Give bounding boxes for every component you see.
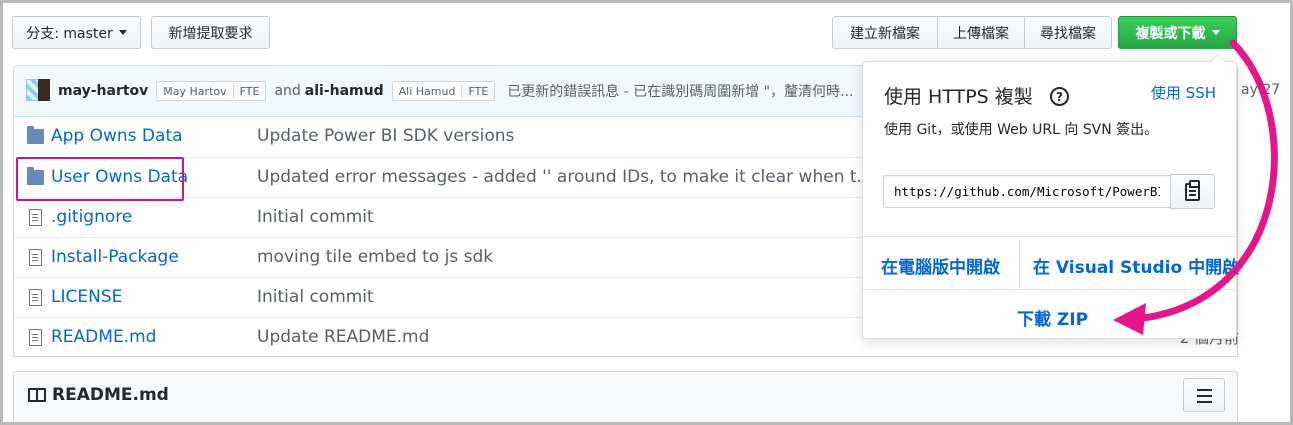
create-new-file-button[interactable]: 建立新檔案 (832, 16, 938, 49)
avatar-image-second (38, 79, 50, 101)
new-pull-request-label: 新增提取要求 (168, 25, 253, 42)
new-pull-request-button[interactable]: 新增提取要求 (151, 16, 270, 49)
author-badge-tag: FTE (232, 84, 266, 98)
coauthor-badge-name: Ali Hamud (398, 84, 456, 98)
readme-title: README.md (52, 385, 169, 405)
chevron-down-icon (118, 30, 127, 35)
create-new-file-label: 建立新檔案 (850, 25, 920, 42)
file-name-link[interactable]: .gitignore (51, 207, 132, 227)
hamburger-icon-line (1197, 395, 1212, 397)
download-zip-button[interactable]: 下載 ZIP (1017, 305, 1088, 330)
author-joiner: and (274, 83, 301, 99)
readme-header: README.md (13, 371, 1238, 422)
divider (1019, 237, 1020, 289)
clone-dropdown-title: 使用 HTTPS 複製 (884, 86, 1033, 108)
clone-dropdown: 使用 HTTPS 複製 ? 使用 SSH 使用 Git，或使用 Web URL … (862, 54, 1239, 339)
commit-coauthor-link[interactable]: ali-hamud (305, 83, 384, 99)
branch-select-button[interactable]: 分支: master (12, 16, 141, 49)
find-file-label: 尋找檔案 (1040, 25, 1096, 42)
file-name-link[interactable]: Install-Package (51, 247, 179, 267)
open-in-desktop-button[interactable]: 在電腦版中開啟 (881, 253, 1000, 278)
file-icon (29, 329, 42, 346)
coauthor-badge-tag: FTE (461, 84, 495, 98)
find-file-button[interactable]: 尋找檔案 (1024, 16, 1112, 49)
folder-icon (27, 126, 44, 144)
author-badge-name: May Hartov (163, 84, 227, 98)
commit-age: ay 27 (1241, 82, 1281, 98)
table-of-contents-button[interactable] (1183, 378, 1225, 412)
copy-url-button[interactable] (1170, 174, 1215, 209)
file-commit-message[interactable]: Initial commit (257, 207, 374, 227)
clone-url-input[interactable] (883, 175, 1171, 208)
commit-author-link[interactable]: may-hartov (58, 83, 148, 99)
divider (863, 289, 1236, 290)
upload-files-label: 上傳檔案 (953, 25, 1009, 42)
open-in-visual-studio-button[interactable]: 在 Visual Studio 中開啟 (1033, 253, 1239, 278)
book-icon (28, 388, 46, 402)
clone-or-download-button[interactable]: 複製或下載 (1118, 16, 1237, 49)
file-commit-message[interactable]: Update README.md (257, 327, 429, 347)
hamburger-icon (1197, 389, 1212, 391)
hamburger-icon-line (1197, 401, 1212, 403)
clone-or-download-label: 複製或下載 (1135, 25, 1206, 42)
file-icon (29, 289, 42, 306)
chevron-down-icon (1211, 30, 1220, 35)
file-name-link[interactable]: LICENSE (51, 287, 122, 307)
upload-files-button[interactable]: 上傳檔案 (937, 16, 1025, 49)
file-icon (29, 249, 42, 266)
branch-label: 分支: master (26, 25, 113, 42)
clipboard-icon (1185, 180, 1200, 201)
avatar[interactable] (26, 79, 50, 103)
file-commit-message[interactable]: Updated error messages - added '' around… (257, 167, 885, 187)
file-commit-message[interactable]: Update Power BI SDK versions (257, 126, 514, 146)
question-circle-icon[interactable]: ? (1050, 87, 1069, 106)
screenshot-frame: 分支: master 新增提取要求 建立新檔案 上傳檔案 尋找檔案 複製或下載 … (0, 0, 1293, 425)
author-badge: May Hartov FTE (156, 81, 267, 101)
commit-message-link[interactable]: 已更新的錯誤訊息 - 已在識別碼周圍新增 "，釐清何時... (507, 81, 853, 101)
file-name-link[interactable]: App Owns Data (51, 126, 183, 146)
user-owns-data-highlight-box (16, 157, 184, 201)
clone-dropdown-subtitle: 使用 Git，或使用 Web URL 向 SVN 簽出。 (884, 122, 1159, 138)
file-icon (29, 209, 42, 226)
divider (863, 236, 1236, 237)
file-name-link[interactable]: README.md (51, 327, 156, 347)
coauthor-badge: Ali Hamud FTE (391, 81, 496, 101)
file-commit-message[interactable]: moving tile embed to js sdk (257, 247, 493, 267)
file-actions-group: 建立新檔案 上傳檔案 尋找檔案 (832, 16, 1112, 49)
use-ssh-link[interactable]: 使用 SSH (1151, 82, 1216, 103)
file-commit-message[interactable]: Initial commit (257, 287, 374, 307)
